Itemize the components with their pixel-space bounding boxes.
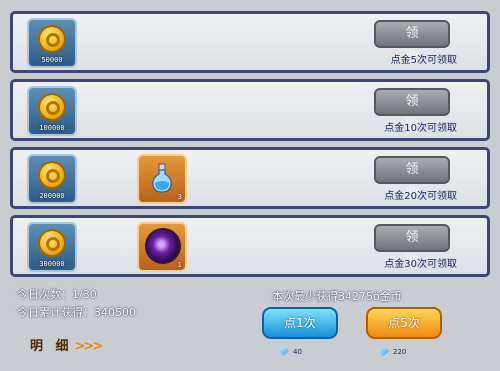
reward-row-2: 100000 领 取 点金10次可领取 [10, 79, 490, 141]
purple-orb-icon [147, 230, 179, 262]
gold-coin-slot: 50000 [27, 18, 77, 68]
once-cost: 40 [278, 348, 302, 356]
detail-label: 明 细 [30, 339, 73, 354]
today-total: 今日累计获得：340500 [17, 306, 136, 319]
once-cost-value: 40 [293, 348, 302, 356]
gold-coin-slot: 200000 [27, 154, 77, 204]
claim-button[interactable]: 领 取 [374, 224, 450, 269]
claim-button[interactable]: 领 取 [374, 88, 450, 133]
requirement-text: 点金20次可领取 [384, 191, 457, 202]
diamond-icon [278, 348, 289, 356]
double-chevron-right-icon: >>> [74, 339, 104, 354]
coin-amount: 50000 [41, 56, 63, 64]
diamond-icon [378, 348, 389, 356]
gold-coin-slot: 100000 [27, 86, 77, 136]
requirement-text: 点金10次可领取 [384, 123, 457, 134]
detail-link[interactable]: 明 细 >>> [30, 335, 104, 354]
item-quantity: 3 [177, 193, 182, 201]
reward-row-3: 200000 3 领 取 点金20次可领取 [10, 147, 490, 209]
five-cost-value: 220 [393, 348, 407, 356]
claim-button[interactable]: 领 取 [374, 20, 450, 65]
tap-five-button[interactable]: 点5次 [366, 307, 442, 339]
requirement-text: 点金5次可领取 [390, 55, 457, 66]
gold-coin-icon [38, 229, 66, 257]
claim-button[interactable]: 领 取 [374, 156, 450, 201]
coin-amount: 300000 [39, 260, 65, 268]
tap-once-button[interactable]: 点1次 [262, 307, 338, 339]
coin-amount: 100000 [39, 124, 65, 132]
coin-amount: 200000 [39, 192, 65, 200]
min-gain-text: 本次最少获得34275ö金币 [272, 290, 402, 303]
five-cost: 220 [378, 348, 406, 356]
item-quantity: 1 [177, 261, 182, 269]
reward-row-1: 50000 领 取 点金5次可领取 [10, 11, 490, 73]
item-slot: 3 [137, 154, 187, 204]
requirement-text: 点金30次可领取 [384, 259, 457, 270]
gold-coin-icon [38, 93, 66, 121]
potion-icon [152, 163, 172, 193]
reward-row-4: 300000 1 领 取 点金30次可领取 [10, 215, 490, 277]
gold-coin-icon [38, 25, 66, 53]
today-count: 今日次数：1/30 [17, 288, 97, 301]
gold-coin-slot: 300000 [27, 222, 77, 272]
gold-coin-icon [38, 161, 66, 189]
item-slot: 1 [137, 222, 187, 272]
